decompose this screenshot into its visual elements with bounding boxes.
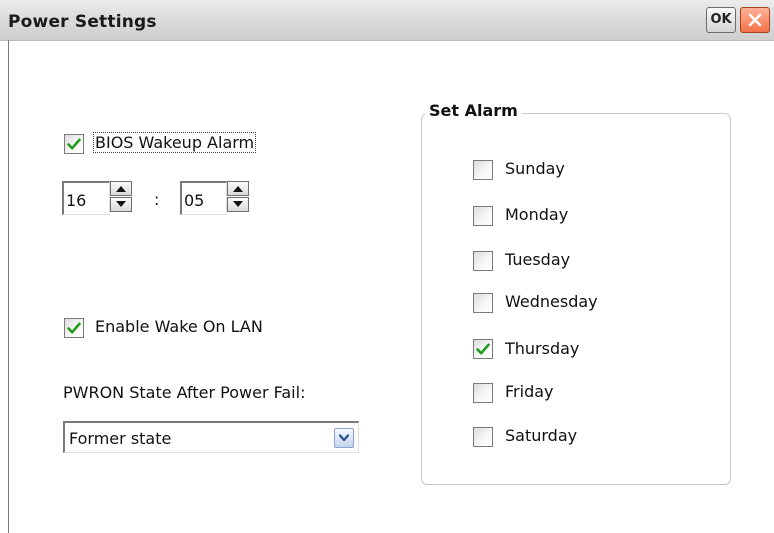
chevron-down-icon — [339, 434, 349, 442]
pwron-state-value: Former state — [69, 429, 172, 448]
dropdown-button[interactable] — [334, 428, 354, 448]
saturday-label[interactable]: Saturday — [505, 426, 577, 445]
sunday-checkbox[interactable] — [473, 160, 493, 180]
tuesday-checkbox[interactable] — [473, 251, 493, 271]
hour-input[interactable]: 16 — [62, 181, 110, 215]
pwron-state-label: PWRON State After Power Fail: — [63, 383, 306, 402]
minute-decrement-button[interactable] — [227, 197, 249, 212]
close-icon — [748, 13, 762, 27]
check-icon — [476, 343, 490, 355]
arrow-up-icon — [116, 186, 126, 192]
minute-input[interactable]: 05 — [180, 181, 227, 215]
hour-increment-button[interactable] — [110, 181, 132, 196]
hour-value: 16 — [66, 191, 87, 210]
minute-increment-button[interactable] — [227, 181, 249, 196]
hour-decrement-button[interactable] — [110, 197, 132, 212]
window-left-border — [8, 40, 9, 533]
set-alarm-title: Set Alarm — [425, 101, 522, 120]
time-separator: : — [154, 190, 160, 209]
arrow-up-icon — [233, 186, 243, 192]
monday-label[interactable]: Monday — [505, 205, 568, 224]
friday-label[interactable]: Friday — [505, 382, 554, 401]
minute-stepper[interactable] — [227, 181, 249, 213]
wake-on-lan-label[interactable]: Enable Wake On LAN — [95, 317, 263, 336]
close-button[interactable] — [740, 7, 770, 33]
friday-checkbox[interactable] — [473, 383, 493, 403]
tuesday-label[interactable]: Tuesday — [505, 250, 570, 269]
monday-checkbox[interactable] — [473, 206, 493, 226]
pwron-state-select[interactable]: Former state — [63, 421, 359, 453]
wake-on-lan-checkbox[interactable] — [64, 318, 84, 338]
title-bar: Power Settings OK — [0, 0, 774, 41]
thursday-checkbox[interactable] — [473, 339, 493, 359]
thursday-label[interactable]: Thursday — [505, 339, 579, 358]
minute-value: 05 — [184, 191, 205, 210]
wednesday-label[interactable]: Wednesday — [505, 292, 598, 311]
wednesday-checkbox[interactable] — [473, 293, 493, 313]
power-settings-window: Power Settings OK BIOS Wakeup Alarm 16 :… — [0, 0, 774, 533]
bios-wakeup-alarm-label[interactable]: BIOS Wakeup Alarm — [92, 132, 257, 153]
hour-stepper[interactable] — [110, 181, 132, 213]
arrow-down-icon — [116, 201, 126, 207]
sunday-label[interactable]: Sunday — [505, 159, 565, 178]
check-icon — [67, 138, 81, 150]
arrow-down-icon — [233, 201, 243, 207]
saturday-checkbox[interactable] — [473, 427, 493, 447]
window-title: Power Settings — [8, 12, 157, 32]
bios-wakeup-alarm-checkbox[interactable] — [64, 134, 84, 154]
ok-button[interactable]: OK — [706, 7, 736, 33]
check-icon — [67, 322, 81, 334]
